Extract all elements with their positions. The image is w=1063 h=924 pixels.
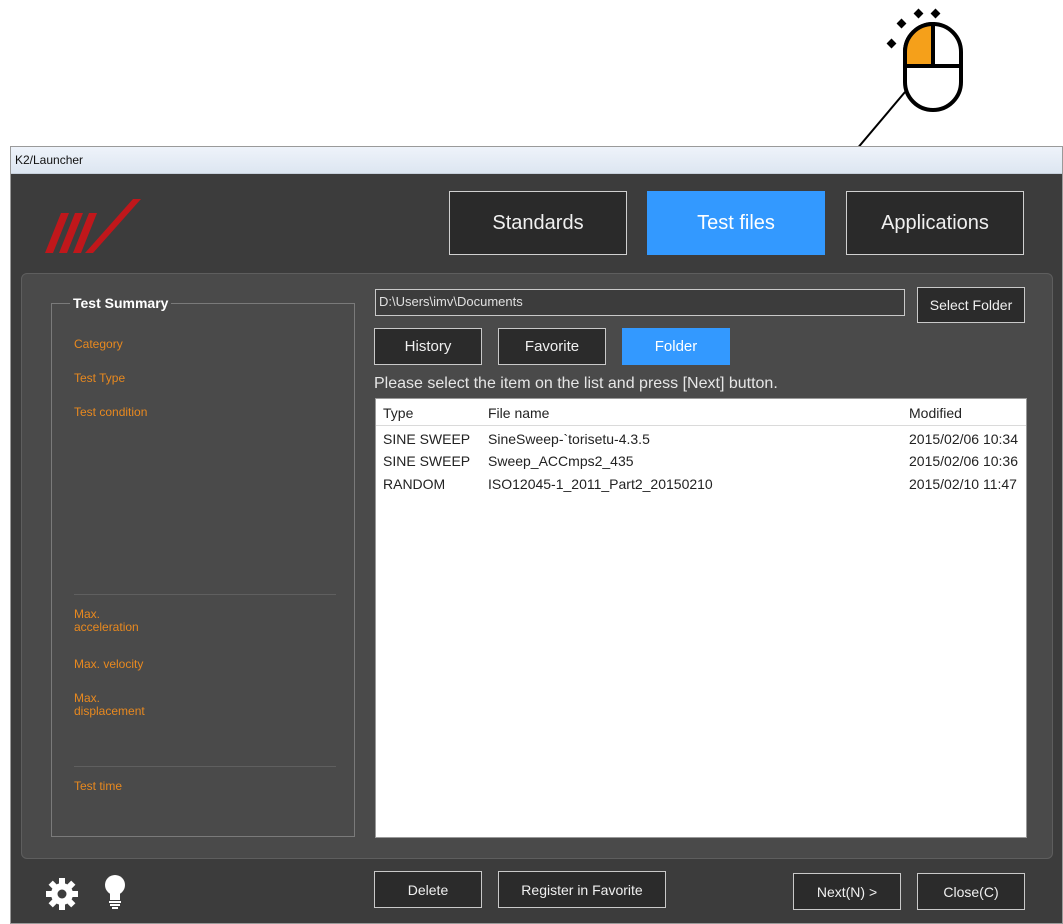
next-button[interactable]: Next(N) > bbox=[793, 873, 901, 910]
file-list[interactable]: Type File name Modified SINE SWEEP SineS… bbox=[375, 398, 1027, 838]
summary-divider bbox=[74, 766, 336, 767]
test-time-label: Test time bbox=[74, 779, 123, 793]
test-condition-label: Test condition bbox=[74, 405, 148, 419]
tab-applications[interactable]: Applications bbox=[846, 191, 1024, 255]
column-header-file-name[interactable]: File name bbox=[488, 405, 549, 421]
mouse-left-click-icon bbox=[886, 8, 963, 112]
gear-icon[interactable] bbox=[45, 877, 79, 911]
row-modified[interactable]: 2015/02/06 10:34 bbox=[909, 431, 1018, 447]
max-velocity-label: Max. velocity bbox=[74, 657, 144, 671]
tab-history[interactable]: History bbox=[374, 328, 482, 365]
row-type[interactable]: SINE SWEEP bbox=[383, 453, 470, 469]
column-header-modified[interactable]: Modified bbox=[909, 405, 962, 421]
imv-logo bbox=[45, 199, 141, 253]
window-title: K2/Launcher bbox=[11, 147, 1062, 174]
max-acceleration-label: Max. acceleration bbox=[74, 607, 139, 634]
test-type-label: Test Type bbox=[74, 371, 126, 385]
max-displacement-label: Max. displacement bbox=[74, 691, 145, 718]
folder-path-field[interactable]: D:\Users\imv\Documents bbox=[375, 289, 905, 316]
row-file-name[interactable]: Sweep_ACCmps2_435 bbox=[488, 453, 634, 469]
tab-standards[interactable]: Standards bbox=[449, 191, 627, 255]
launcher-window: K2/Launcher Standards Test files Applica… bbox=[10, 146, 1063, 924]
row-type[interactable]: RANDOM bbox=[383, 476, 445, 492]
test-summary-title: Test Summary bbox=[70, 295, 172, 311]
instruction-text: Please select the item on the list and p… bbox=[374, 375, 778, 392]
register-favorite-button[interactable]: Register in Favorite bbox=[498, 871, 666, 908]
row-type[interactable]: SINE SWEEP bbox=[383, 431, 470, 447]
row-file-name[interactable]: ISO12045-1_2011_Part2_20150210 bbox=[488, 476, 713, 492]
close-button[interactable]: Close(C) bbox=[917, 873, 1025, 910]
select-folder-button[interactable]: Select Folder bbox=[917, 287, 1025, 323]
list-header-divider bbox=[376, 425, 1026, 426]
lightbulb-icon[interactable] bbox=[103, 874, 127, 910]
category-label: Category bbox=[74, 337, 123, 351]
row-modified[interactable]: 2015/02/06 10:36 bbox=[909, 453, 1018, 469]
tab-folder[interactable]: Folder bbox=[622, 328, 730, 365]
test-summary-group: Test Summary Category Test Type Test con… bbox=[51, 295, 355, 837]
summary-divider bbox=[74, 594, 336, 595]
row-modified[interactable]: 2015/02/10 11:47 bbox=[909, 476, 1017, 492]
row-file-name[interactable]: SineSweep-`torisetu-4.3.5 bbox=[488, 431, 650, 447]
tab-favorite[interactable]: Favorite bbox=[498, 328, 606, 365]
column-header-type[interactable]: Type bbox=[383, 405, 413, 421]
tab-test-files[interactable]: Test files bbox=[647, 191, 825, 255]
delete-button[interactable]: Delete bbox=[374, 871, 482, 908]
